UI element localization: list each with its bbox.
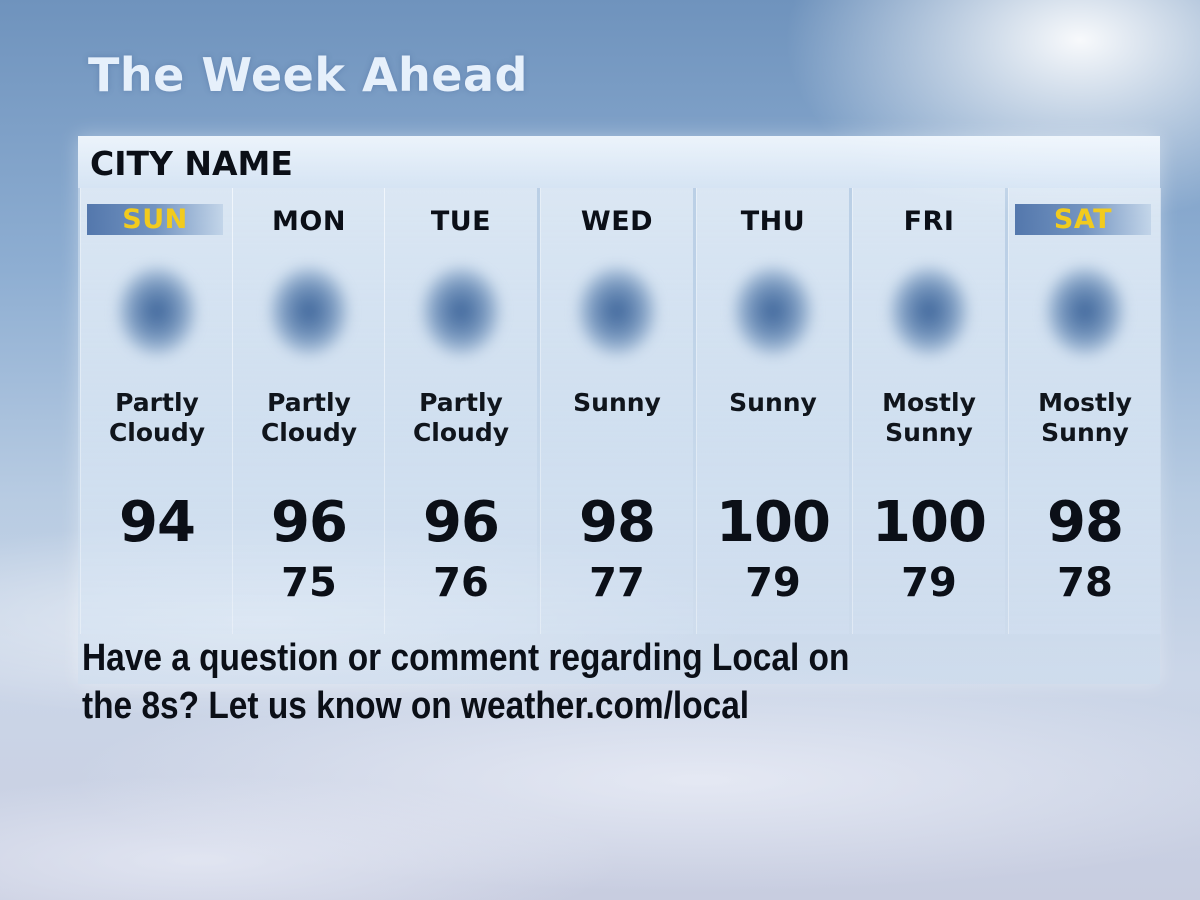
condition-line-1: Partly	[419, 388, 503, 417]
day-column-wed: WED Sunny 98 77	[540, 188, 693, 634]
condition-text: Sunny	[697, 388, 849, 418]
high-temp: 100	[716, 490, 831, 555]
day-column-mon: MON Partly Cloudy 96 75	[232, 188, 385, 634]
footer-line-1: Have a question or comment regarding Loc…	[82, 637, 850, 679]
day-column-fri: FRI Mostly Sunny 100 79	[852, 188, 1005, 634]
condition-line-2: Sunny	[1041, 418, 1129, 447]
high-temp: 96	[271, 490, 348, 555]
condition-text: Partly Cloudy	[81, 388, 233, 448]
day-column-tue: TUE Partly Cloudy 96 76	[384, 188, 537, 634]
condition-line-2: Cloudy	[108, 418, 206, 447]
low-temp: 77	[589, 560, 645, 606]
day-label: THU	[740, 206, 806, 237]
condition-line-2: Cloudy	[412, 418, 510, 447]
condition-line-1: Partly	[115, 388, 199, 417]
day-column-sun: SUN Partly Cloudy 94	[80, 188, 233, 634]
weather-icon	[889, 266, 969, 356]
condition-line-1: Mostly	[882, 388, 976, 417]
weather-icon	[269, 266, 349, 356]
low-temp: 79	[901, 560, 957, 606]
forecast-panel: CITY NAME SUN Partly Cloudy 94 MON Partl…	[78, 136, 1161, 684]
weather-icon	[421, 266, 501, 356]
low-temp: 78	[1057, 560, 1113, 606]
day-label: TUE	[430, 206, 492, 237]
high-temp: 100	[872, 490, 987, 555]
low-temp: 79	[745, 560, 801, 606]
low-temp: 76	[433, 560, 489, 606]
high-temp: 98	[1047, 490, 1124, 555]
condition-text: Partly Cloudy	[233, 388, 385, 448]
condition-text: Mostly Sunny	[1009, 388, 1161, 448]
day-column-sat: SAT Mostly Sunny 98 78	[1008, 188, 1161, 634]
condition-line-1: Mostly	[1038, 388, 1132, 417]
day-label: FRI	[903, 206, 955, 237]
condition-text: Partly Cloudy	[385, 388, 537, 448]
day-label: SUN	[87, 204, 223, 235]
high-temp: 96	[423, 490, 500, 555]
footer-message: Have a question or comment regarding Loc…	[82, 634, 874, 730]
weather-icon	[577, 266, 657, 356]
condition-line-2: Cloudy	[260, 418, 358, 447]
condition-line-1: Partly	[267, 388, 351, 417]
day-label: WED	[580, 206, 654, 237]
condition-line-1: Sunny	[729, 388, 817, 417]
day-label: MON	[272, 206, 346, 237]
condition-text: Sunny	[541, 388, 693, 418]
condition-line-1: Sunny	[573, 388, 661, 417]
high-temp: 94	[119, 490, 196, 555]
day-column-thu: THU Sunny 100 79	[696, 188, 849, 634]
weather-icon	[117, 266, 197, 356]
footer-line-2: the 8s? Let us know on weather.com/local	[82, 685, 750, 727]
condition-line-2: Sunny	[885, 418, 973, 447]
weather-icon	[1045, 266, 1125, 356]
low-temp: 75	[281, 560, 337, 606]
city-name: CITY NAME	[90, 144, 293, 183]
high-temp: 98	[579, 490, 656, 555]
page-title: The Week Ahead	[88, 48, 528, 102]
weather-icon	[733, 266, 813, 356]
condition-text: Mostly Sunny	[853, 388, 1005, 448]
day-label: SAT	[1015, 204, 1151, 235]
city-bar: CITY NAME	[78, 136, 1160, 188]
